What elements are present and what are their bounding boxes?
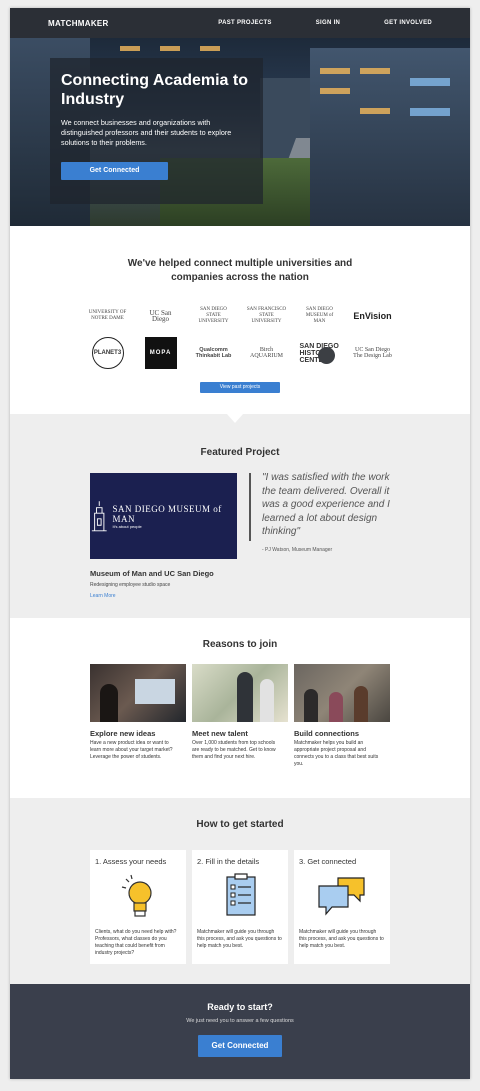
history-center-overlay-dot bbox=[317, 346, 335, 364]
logo-ucsd-design-lab: UC San Diego The Design Lab bbox=[353, 347, 392, 359]
step-text: Clients, what do you need help with? Pro… bbox=[95, 929, 177, 956]
quote-divider bbox=[249, 473, 251, 541]
partner-logos-row-1: UNIVERSITY OF NOTRE DAME UC San Diego SA… bbox=[10, 307, 470, 325]
reason-photo-talent bbox=[192, 664, 288, 722]
hero-banner: Connecting Academia to Industry We conne… bbox=[10, 38, 470, 226]
step-card: 2. Fill in the details Matchmaker will g… bbox=[192, 850, 288, 964]
reason-title: Build connections bbox=[294, 729, 360, 738]
logo-planet3: PLANET3 bbox=[91, 337, 124, 369]
reason-photo-connections bbox=[294, 664, 390, 722]
brand-logo[interactable]: MATCHMAKER bbox=[48, 19, 109, 28]
reason-title: Explore new ideas bbox=[90, 729, 156, 738]
logo-history-center: SAN DIEGO HISTORY CENTER bbox=[299, 342, 339, 364]
featured-section: Featured Project SAN DIEGO MUSEUM of MAN… bbox=[10, 413, 470, 618]
logo-mopa: MOPA bbox=[144, 337, 177, 369]
featured-project-desc: Redesigning employee studio space bbox=[90, 582, 171, 588]
hero-photo-building-right bbox=[310, 48, 470, 226]
logo-qualcomm: Qualcomm Thinkabit Lab bbox=[195, 347, 232, 359]
step-text: Matchmaker will guide you through this p… bbox=[197, 929, 282, 949]
logo-notre-dame: UNIVERSITY OF NOTRE DAME bbox=[88, 310, 127, 321]
nav-past-projects[interactable]: PAST PROJECTS bbox=[218, 20, 271, 26]
checklist-icon bbox=[197, 871, 283, 923]
reason-text: Matchmaker helps you build an appropriat… bbox=[294, 740, 379, 767]
nav-get-involved[interactable]: GET INVOLVED bbox=[384, 20, 432, 26]
step-title: 3. Get connected bbox=[299, 857, 357, 866]
featured-project-image[interactable]: SAN DIEGO MUSEUM of MAN It's about peopl… bbox=[90, 473, 237, 559]
hero-textbox: Connecting Academia to Industry We conne… bbox=[50, 58, 263, 204]
reason-text: Over 1,000 students from top schools are… bbox=[192, 740, 276, 760]
logo-sdsu: SAN DIEGO STATE UNIVERSITY bbox=[198, 307, 229, 324]
hero-subtitle: We connect businesses and organizations … bbox=[61, 118, 232, 147]
step-title: 2. Fill in the details bbox=[197, 857, 260, 866]
chat-bubbles-icon bbox=[299, 871, 385, 923]
reasons-section: Reasons to join Explore new ideas Have a… bbox=[10, 618, 470, 798]
featured-project-name: Museum of Man and UC San Diego bbox=[90, 569, 214, 578]
hero-title: Connecting Academia to Industry bbox=[61, 72, 248, 108]
step-text: Matchmaker will guide you through this p… bbox=[299, 929, 384, 949]
learn-more-link[interactable]: Learn More bbox=[90, 593, 116, 599]
logo-envision: EnVision bbox=[353, 311, 392, 321]
cta-title: Ready to start? bbox=[207, 1002, 273, 1012]
museum-tower-icon bbox=[91, 501, 107, 532]
section-notch bbox=[226, 413, 244, 423]
step-title: 1. Assess your needs bbox=[95, 857, 167, 866]
reasons-title: Reasons to join bbox=[202, 639, 278, 650]
lightbulb-icon bbox=[95, 871, 181, 923]
step-card: 1. Assess your needs Clients, what do yo… bbox=[90, 850, 186, 964]
page-frame: MATCHMAKER PAST PROJECTS SIGN IN GET INV… bbox=[10, 8, 470, 1079]
logo-museum-of-man: SAN DIEGO MUSEUM of MAN bbox=[305, 307, 334, 324]
logo-sfsu: SAN FRANCISCO STATE UNIVERSITY bbox=[246, 307, 287, 324]
testimonial-quote: "I was satisfied with the work the team … bbox=[262, 472, 390, 537]
cta-subtitle: We just need you to answer a few questio… bbox=[186, 1018, 294, 1024]
view-past-projects-button[interactable]: View past projects bbox=[200, 382, 280, 393]
top-nav: MATCHMAKER PAST PROJECTS SIGN IN GET INV… bbox=[10, 8, 470, 38]
reason-title: Meet new talent bbox=[192, 729, 248, 738]
reason-card: Meet new talent Over 1,000 students from… bbox=[192, 664, 288, 761]
testimonial-author: - PJ Watson, Museum Manager bbox=[262, 547, 333, 553]
step-card: 3. Get connected Matchmaker will guide y… bbox=[294, 850, 390, 964]
nav-sign-in[interactable]: SIGN IN bbox=[316, 20, 340, 26]
logo-birch-aquarium: Birch AQUARIUM bbox=[250, 347, 283, 359]
logo-uc-san-diego: UC San Diego bbox=[149, 309, 172, 323]
partner-logos-row-2: PLANET3 MOPA Qualcomm Thinkabit Lab Birc… bbox=[10, 337, 470, 369]
get-connected-button[interactable]: Get Connected bbox=[61, 162, 168, 180]
museum-image-title: SAN DIEGO MUSEUM of MAN bbox=[112, 503, 222, 524]
reason-photo-explore bbox=[90, 664, 186, 722]
partners-section: We've helped connect multiple universiti… bbox=[10, 226, 470, 414]
how-title: How to get started bbox=[196, 819, 284, 830]
reason-card: Build connections Matchmaker helps you b… bbox=[294, 664, 390, 768]
partners-title: We've helped connect multiple universiti… bbox=[127, 258, 353, 283]
nav-links: PAST PROJECTS SIGN IN GET INVOLVED bbox=[174, 20, 432, 26]
how-section: How to get started 1. Assess your needs … bbox=[10, 798, 470, 984]
cta-section: Ready to start? We just need you to answ… bbox=[10, 984, 470, 1079]
reason-card: Explore new ideas Have a new product ide… bbox=[90, 664, 186, 761]
cta-get-connected-button[interactable]: Get Connected bbox=[198, 1035, 282, 1057]
museum-image-tagline: It's about people bbox=[112, 523, 142, 529]
reason-text: Have a new product idea or want to learn… bbox=[90, 740, 173, 760]
